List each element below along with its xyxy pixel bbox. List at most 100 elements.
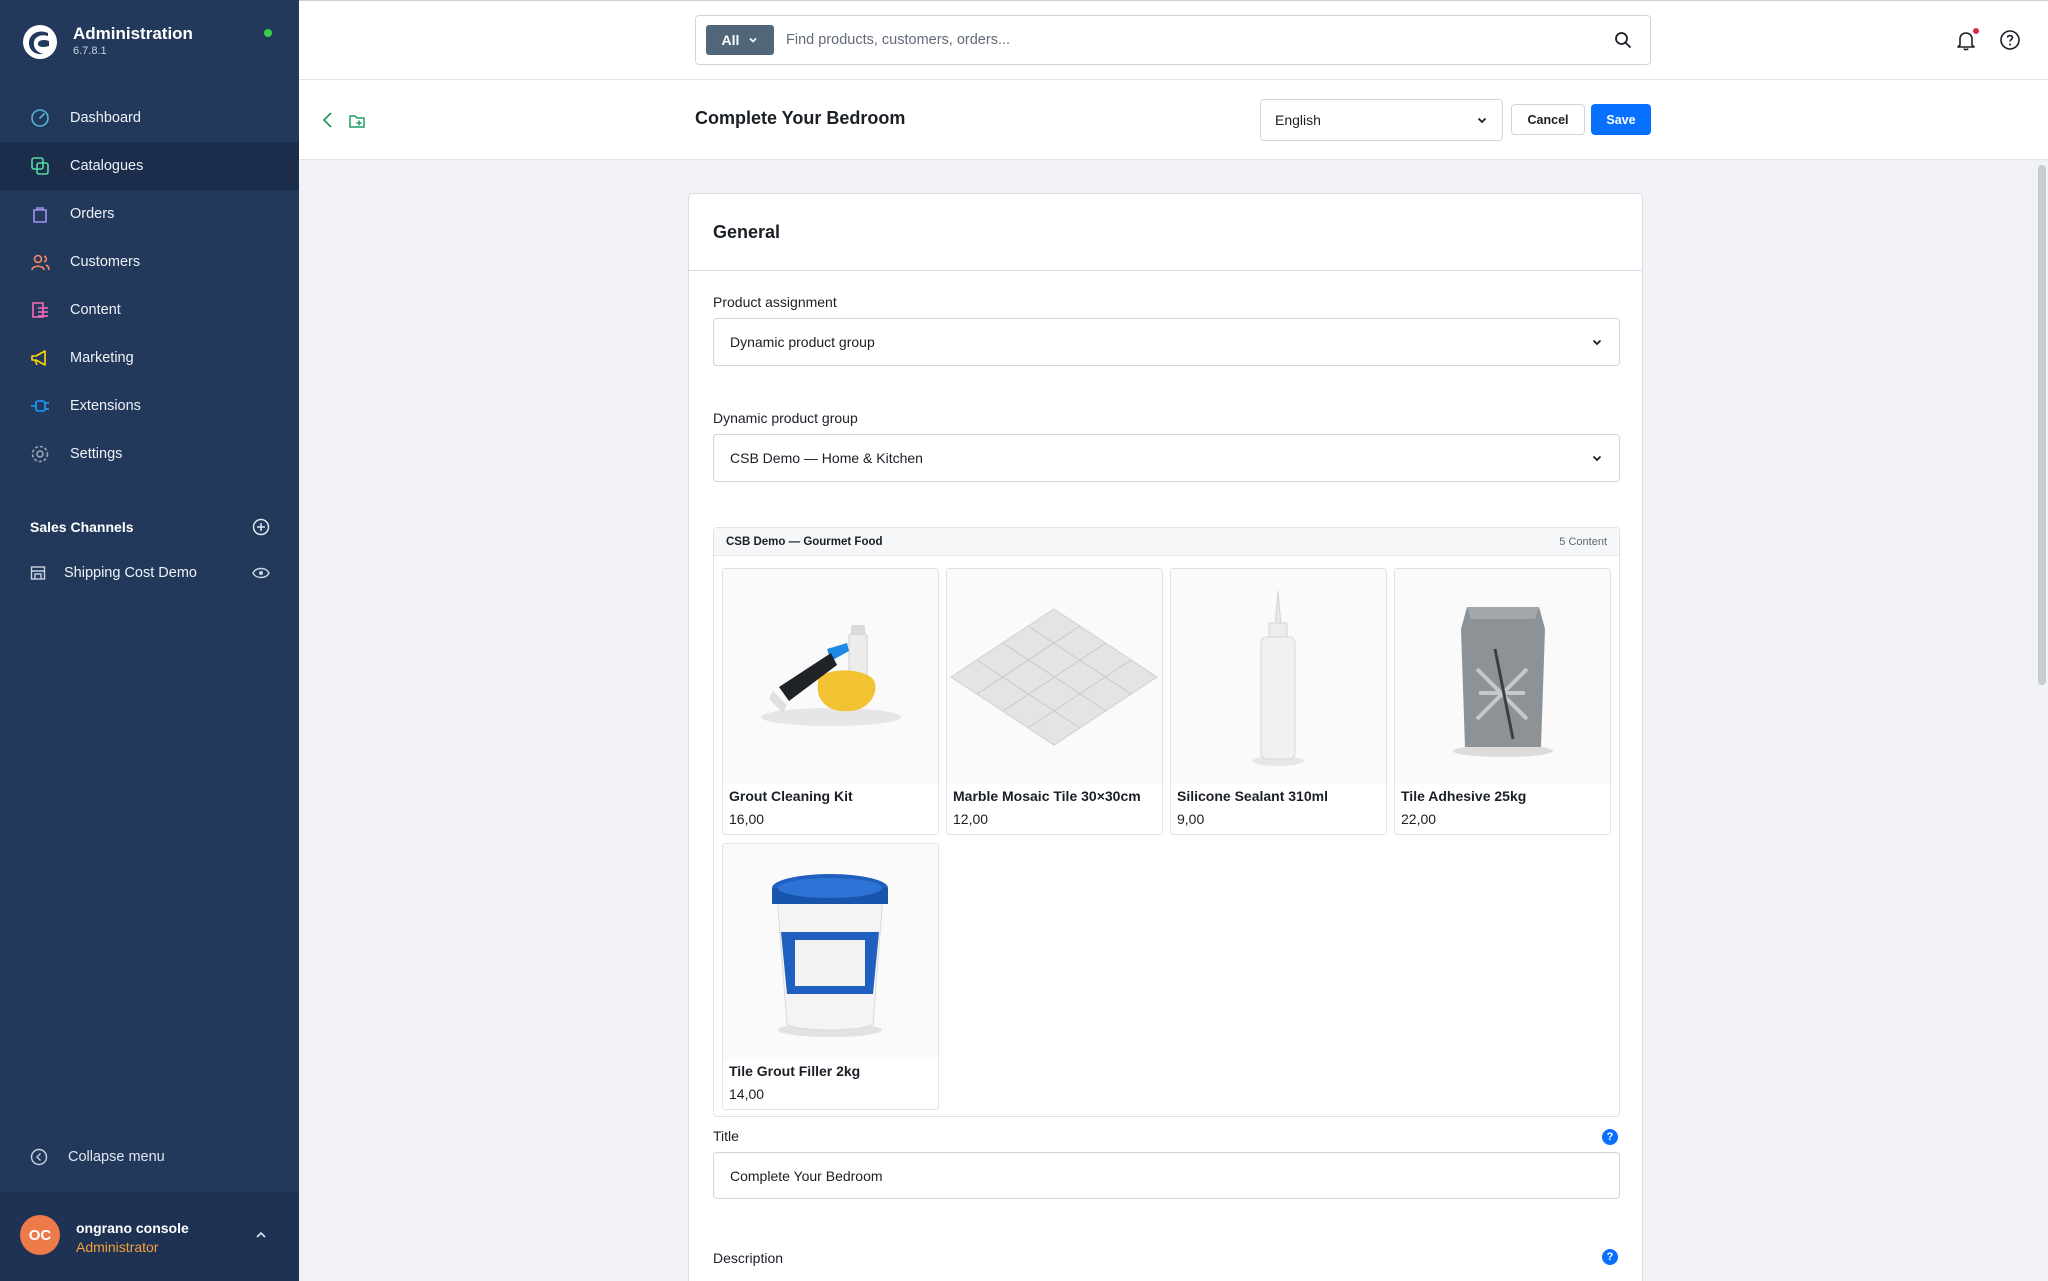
product-price: 12,00 — [953, 811, 989, 827]
nav-label: Marketing — [70, 350, 134, 366]
nav-label: Catalogues — [70, 158, 144, 174]
nav-item-catalogues[interactable]: Catalogues — [0, 142, 299, 190]
help-icon[interactable]: ? — [1602, 1129, 1618, 1145]
sidebar: Administration 6.7.8.1 Dashboard Catalog… — [0, 0, 299, 1281]
description-label: Description — [713, 1250, 784, 1266]
sales-channels-header: Sales Channels — [30, 516, 270, 538]
marketing-icon — [31, 350, 46, 366]
product-price: 22,00 — [1401, 811, 1437, 827]
preview-count: 5 Content — [1559, 535, 1607, 548]
preview-title: CSB Demo — Gourmet Food — [726, 535, 883, 548]
help-icon[interactable] — [1999, 29, 2021, 51]
general-card: General Product assignment Dynamic produ… — [688, 193, 1643, 1281]
search-type-selector[interactable]: All — [706, 25, 774, 55]
product-image — [723, 569, 938, 784]
search-type-label: All — [721, 32, 740, 48]
product-price: 16,00 — [729, 811, 765, 827]
product-name: Marble Mosaic Tile 30×30cm — [953, 788, 1141, 804]
content-area: General Product assignment Dynamic produ… — [299, 161, 2038, 1281]
sales-channels-title: Sales Channels — [30, 519, 134, 535]
nav-item-orders[interactable]: Orders — [0, 190, 299, 238]
help-icon[interactable]: ? — [1602, 1249, 1618, 1265]
product-assignment-value: Dynamic product group — [730, 334, 875, 350]
user-role: Administrator — [76, 1239, 159, 1255]
extensions-icon — [31, 400, 49, 412]
product-card[interactable]: Marble Mosaic Tile 30×30cm 12,00 — [946, 568, 1163, 835]
chevron-up-icon[interactable] — [254, 1228, 268, 1242]
shopware-logo-icon[interactable] — [22, 24, 58, 60]
chevron-down-icon — [749, 37, 758, 43]
product-name: Silicone Sealant 310ml — [1177, 788, 1328, 804]
product-name: Grout Cleaning Kit — [729, 788, 853, 804]
language-value: English — [1275, 112, 1321, 128]
scrollbar[interactable] — [2038, 161, 2048, 1281]
search-input[interactable] — [786, 26, 1566, 54]
storefront-icon — [30, 566, 46, 580]
sales-channel-item[interactable]: Shipping Cost Demo — [30, 560, 270, 586]
cancel-button[interactable]: Cancel — [1511, 104, 1585, 135]
product-card[interactable]: Silicone Sealant 310ml 9,00 — [1170, 568, 1387, 835]
preview-header: CSB Demo — Gourmet Food 5 Content — [714, 528, 1619, 556]
product-card[interactable]: Tile Adhesive 25kg 22,00 — [1394, 568, 1611, 835]
chevron-down-icon — [1592, 455, 1602, 462]
user-panel[interactable]: OC ongrano console Administrator — [0, 1192, 299, 1281]
dynamic-group-value: CSB Demo — Home & Kitchen — [730, 450, 923, 466]
chevron-down-icon — [1592, 339, 1602, 346]
product-image — [1171, 569, 1386, 784]
collapse-menu-button[interactable]: Collapse menu — [30, 1148, 165, 1166]
product-image — [947, 569, 1162, 784]
nav-item-settings[interactable]: Settings — [0, 430, 299, 478]
nav-item-content[interactable]: Content — [0, 286, 299, 334]
collapse-label: Collapse menu — [68, 1149, 165, 1165]
sales-channel-label: Shipping Cost Demo — [64, 565, 197, 581]
product-group-preview: CSB Demo — Gourmet Food 5 Content Grout … — [713, 527, 1620, 1117]
collapse-icon — [30, 1148, 48, 1166]
product-price: 9,00 — [1177, 811, 1205, 827]
search-icon[interactable] — [1614, 31, 1632, 49]
card-title: General — [689, 194, 1642, 271]
global-search: All — [695, 15, 1651, 65]
user-name: ongrano console — [76, 1220, 189, 1236]
product-image — [1395, 569, 1610, 784]
app-version: 6.7.8.1 — [73, 45, 107, 57]
notification-badge — [1973, 28, 1979, 34]
product-card[interactable]: Tile Grout Filler 2kg 14,00 — [722, 843, 939, 1110]
nav-item-extensions[interactable]: Extensions — [0, 382, 299, 430]
nav-item-customers[interactable]: Customers — [0, 238, 299, 286]
title-input[interactable] — [713, 1152, 1620, 1199]
nav-item-dashboard[interactable]: Dashboard — [0, 94, 299, 142]
nav-label: Settings — [70, 446, 123, 462]
sidebar-header: Administration 6.7.8.1 — [0, 0, 299, 84]
language-switch[interactable]: English — [1260, 99, 1503, 141]
dynamic-group-select[interactable]: CSB Demo — Home & Kitchen — [713, 434, 1620, 482]
eye-icon[interactable] — [252, 567, 270, 579]
nav-label: Extensions — [70, 398, 141, 414]
top-bar: All — [299, 0, 2048, 80]
customers-icon — [31, 254, 50, 271]
product-name: Tile Adhesive 25kg — [1401, 788, 1527, 804]
content-icon — [32, 302, 48, 318]
back-arrow-icon[interactable] — [321, 110, 335, 130]
smart-bar: Complete Your Bedroom English Cancel Sav… — [299, 80, 2048, 160]
add-sales-channel-icon[interactable] — [252, 518, 270, 536]
dynamic-group-label: Dynamic product group — [713, 410, 858, 426]
product-image — [723, 844, 938, 1059]
nav-label: Dashboard — [70, 110, 141, 126]
nav-label: Orders — [70, 206, 115, 222]
product-assignment-label: Product assignment — [713, 294, 837, 310]
nav-item-marketing[interactable]: Marketing — [0, 334, 299, 382]
chevron-down-icon — [1477, 117, 1487, 124]
settings-icon — [31, 445, 49, 463]
product-assignment-select[interactable]: Dynamic product group — [713, 318, 1620, 366]
status-indicator — [264, 29, 272, 37]
new-entity-icon — [349, 115, 365, 128]
scrollbar-thumb[interactable] — [2038, 165, 2046, 685]
nav-label: Content — [70, 302, 121, 318]
product-name: Tile Grout Filler 2kg — [729, 1063, 861, 1079]
dashboard-icon — [31, 109, 49, 127]
nav-label: Customers — [70, 254, 141, 270]
save-button[interactable]: Save — [1591, 104, 1651, 135]
product-card[interactable]: Grout Cleaning Kit 16,00 — [722, 568, 939, 835]
orders-icon — [33, 207, 47, 223]
avatar: OC — [20, 1215, 60, 1255]
